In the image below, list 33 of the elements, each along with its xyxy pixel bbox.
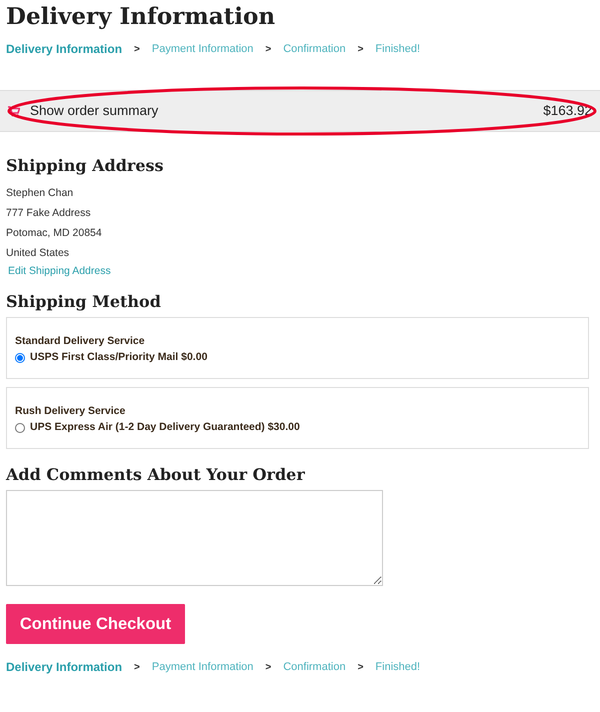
separator-mark: > — [265, 660, 272, 675]
continue-checkout-button[interactable]: Continue Checkout — [6, 604, 185, 644]
comments-field[interactable] — [6, 490, 383, 586]
breadcrumb-link[interactable]: Confirmation — [283, 659, 346, 676]
separator-mark: > — [134, 660, 140, 675]
address-line: United States — [6, 246, 70, 262]
section-heading: Add Comments About Your Order — [4, 465, 306, 484]
separator-mark: > — [358, 660, 364, 675]
breadcrumb-link[interactable]: Payment Information — [152, 659, 254, 676]
option-group-label: Rush Delivery Service — [15, 404, 126, 420]
separator-mark: > — [265, 42, 272, 56]
section-heading: Shipping Method — [5, 292, 162, 312]
breadcrumb-link[interactable]: Delivery Information — [6, 40, 122, 58]
address-line: 777 Fake Address — [6, 206, 92, 222]
summary-label: Show order summary — [30, 102, 160, 120]
radio-button[interactable] — [15, 352, 25, 363]
option-group-label: Standard Delivery Service — [15, 334, 146, 350]
separator-mark: > — [134, 42, 140, 56]
edit-address-link[interactable]: Edit Shipping Address — [8, 265, 111, 278]
section-heading: Shipping Address — [5, 156, 165, 176]
option-label[interactable]: USPS First Class/Priority Mail $0.00 — [30, 350, 208, 366]
breadcrumb-link[interactable]: Finished! — [375, 40, 420, 58]
breadcrumb-link[interactable]: Delivery Information — [6, 658, 122, 676]
page-title: Delivery Information — [5, 2, 276, 32]
cart-icon — [8, 106, 20, 116]
breadcrumb-link[interactable]: Finished! — [375, 659, 420, 676]
option-label[interactable]: UPS Express Air (1-2 Day Delivery Guaranteed) $30.00 — [30, 420, 300, 436]
radio-button[interactable] — [15, 422, 25, 433]
separator-mark: > — [358, 42, 364, 56]
breadcrumb-link[interactable]: Payment Information — [152, 40, 254, 58]
address-line: Potomac, MD 20854 — [6, 226, 103, 242]
breadcrumb-link[interactable]: Confirmation — [283, 40, 346, 58]
address-line: Stephen Chan — [6, 186, 74, 202]
